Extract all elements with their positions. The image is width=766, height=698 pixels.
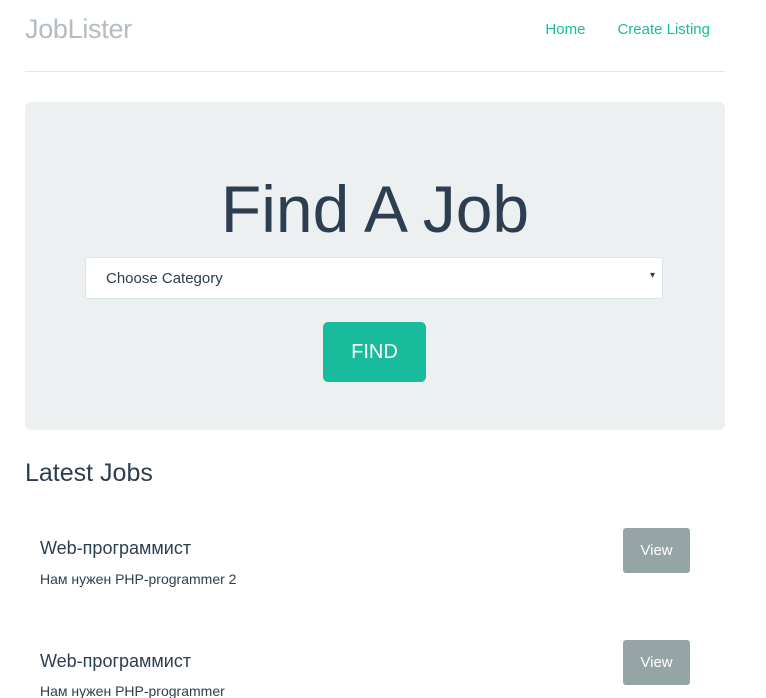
search-jumbotron: Find A Job Choose Category ▾ FIND	[25, 102, 725, 430]
job-description: Нам нужен PHP-programmer 2	[40, 571, 237, 587]
job-list-item: Web-программист Нам нужен PHP-programmer…	[40, 640, 690, 698]
latest-jobs-heading: Latest Jobs	[25, 459, 153, 487]
view-job-button[interactable]: View	[623, 528, 690, 573]
nav-home-link[interactable]: Home	[545, 21, 585, 38]
job-list-item: Web-программист Нам нужен PHP-programmer…	[40, 528, 690, 608]
job-title: Web-программист	[40, 538, 192, 558]
page-title: Find A Job	[220, 172, 530, 246]
view-job-button[interactable]: View	[623, 640, 690, 685]
navbar: JobLister Home Create Listing	[25, 0, 725, 72]
find-button[interactable]: FIND	[323, 322, 426, 382]
brand-logo[interactable]: JobLister	[25, 14, 132, 45]
page-container: JobLister Home Create Listing Find A Job…	[25, 0, 725, 698]
job-title: Web-программист	[40, 651, 192, 671]
nav-create-listing-link[interactable]: Create Listing	[617, 21, 710, 38]
category-select[interactable]: Choose Category ▾	[85, 257, 663, 299]
nav-menu: Home Create Listing	[545, 21, 710, 38]
job-description: Нам нужен PHP-programmer	[40, 683, 225, 698]
chevron-down-icon: ▾	[649, 270, 655, 281]
category-select-value: Choose Category	[106, 270, 223, 287]
